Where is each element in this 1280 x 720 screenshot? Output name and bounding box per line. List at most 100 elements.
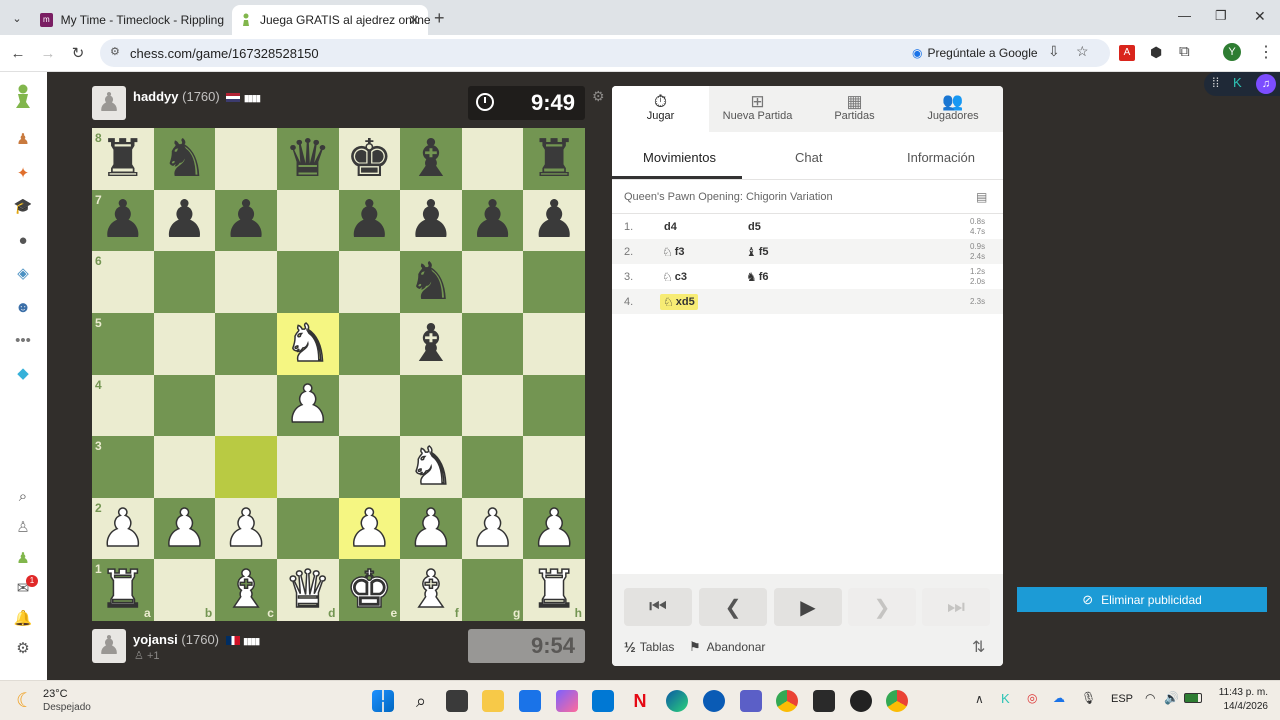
square-e2[interactable]: ♟ <box>338 497 401 560</box>
square-a2[interactable]: 2 ♟ <box>92 497 154 560</box>
square-f2[interactable]: ♟ <box>400 497 462 560</box>
square-h5[interactable] <box>523 312 585 375</box>
square-h8[interactable]: ♜ <box>523 128 585 190</box>
opening-book-icon[interactable]: ▤ <box>976 190 987 204</box>
wifi-icon[interactable]: ◠ <box>1145 691 1155 705</box>
voice-extension-icon[interactable]: ♫ <box>1256 74 1276 94</box>
minimize-icon[interactable]: — <box>1178 8 1191 23</box>
square-e1[interactable]: e ♚ <box>338 559 401 621</box>
black-pawn-icon[interactable]: ♟ <box>469 194 516 246</box>
square-h1[interactable]: h ♜ <box>523 559 585 621</box>
more-icon[interactable]: ••• <box>12 329 34 351</box>
black-bishop-icon[interactable]: ♝ <box>408 133 455 185</box>
square-b3[interactable] <box>153 436 216 498</box>
white-rook-icon[interactable]: ♜ <box>99 563 147 617</box>
white-move[interactable]: ♘ xd5 <box>660 293 698 310</box>
square-b4[interactable] <box>153 374 216 437</box>
white-pawn-icon[interactable]: ♟ <box>284 379 332 433</box>
black-move[interactable]: ♝ f5 <box>746 245 769 259</box>
volume-icon[interactable]: 🔊 <box>1164 691 1179 705</box>
square-g2[interactable]: ♟ <box>461 497 524 560</box>
clock-date-taskbar[interactable]: 14/4/2026 <box>1212 701 1269 712</box>
restore-icon[interactable]: ❐ <box>1215 8 1227 24</box>
square-f1[interactable]: f ♝ <box>400 559 462 621</box>
white-pawn-icon[interactable]: ♟ <box>222 502 270 556</box>
subtab-informacion[interactable]: Información <box>907 150 975 165</box>
square-a7[interactable]: 7 ♟ <box>92 189 154 252</box>
square-h6[interactable] <box>523 251 585 313</box>
flip-board-icon[interactable]: ⇅ <box>972 637 985 657</box>
square-d3[interactable] <box>276 436 339 498</box>
remove-ads-button[interactable]: ⊘ Eliminar publicidad <box>1017 587 1267 612</box>
square-e6[interactable] <box>338 251 401 313</box>
square-e8[interactable]: ♚ <box>338 128 401 190</box>
reload-icon[interactable]: ↻ <box>68 43 88 63</box>
square-f7[interactable]: ♟ <box>400 189 462 252</box>
draw-button[interactable]: ½ Tablas <box>624 639 674 655</box>
black-pawn-icon[interactable]: ♟ <box>161 194 208 246</box>
weather-desc[interactable]: Despejado <box>43 702 91 713</box>
square-h2[interactable]: ♟ <box>523 497 585 560</box>
first-move-button[interactable]: ⏮ <box>624 588 692 626</box>
square-h3[interactable] <box>523 436 585 498</box>
menu-kebab-icon[interactable]: ⋮ <box>1258 42 1274 62</box>
black-move[interactable]: ♞ f6 <box>746 270 769 284</box>
square-e4[interactable] <box>338 374 401 437</box>
board-settings-icon[interactable]: ⚙ <box>592 88 605 105</box>
black-pawn-icon[interactable]: ♟ <box>223 194 270 246</box>
square-c6[interactable] <box>215 251 277 313</box>
square-e3[interactable] <box>338 436 401 498</box>
square-g4[interactable] <box>461 374 524 437</box>
subtab-chat[interactable]: Chat <box>795 150 822 165</box>
white-pawn-icon[interactable]: ♟ <box>530 502 578 556</box>
task-view-icon[interactable] <box>446 690 468 712</box>
tab-search-icon[interactable]: ⌄ <box>8 9 26 27</box>
black-rook-icon[interactable]: ♜ <box>531 133 578 185</box>
square-f3[interactable]: ♞ <box>400 436 462 498</box>
notifications-icon[interactable]: 🔔 <box>12 607 34 629</box>
square-a5[interactable]: 5 <box>92 312 154 375</box>
puzzles-icon[interactable]: ✦ <box>12 162 34 184</box>
white-knight-icon[interactable]: ♞ <box>407 440 455 494</box>
chrome-profile-icon[interactable] <box>886 690 908 712</box>
social-icon[interactable]: ☻ <box>12 296 34 318</box>
square-a8[interactable]: 8 ♜ <box>92 128 154 190</box>
tray-k-icon[interactable]: K <box>1001 691 1010 706</box>
square-c3[interactable] <box>215 436 277 498</box>
square-d8[interactable]: ♛ <box>276 128 339 190</box>
tab-partidas[interactable]: ▦ Partidas <box>806 86 903 132</box>
search-icon[interactable]: ⌕ <box>410 690 432 712</box>
square-d6[interactable] <box>276 251 339 313</box>
bookmark-star-icon[interactable]: ☆ <box>1076 43 1089 60</box>
tray-app-icon[interactable]: ◎ <box>1027 691 1037 705</box>
top-player-name[interactable]: haddyy <box>133 89 179 104</box>
black-knight-icon[interactable]: ♞ <box>161 133 208 185</box>
square-b2[interactable]: ♟ <box>153 497 216 560</box>
settings-icon[interactable]: ⚙ <box>12 637 34 659</box>
prev-move-button[interactable]: ❮ <box>699 588 767 626</box>
battery-icon[interactable] <box>1184 693 1202 703</box>
square-e7[interactable]: ♟ <box>338 189 401 252</box>
tab-jugadores[interactable]: 👥 Jugadores <box>903 86 1003 132</box>
square-b7[interactable]: ♟ <box>153 189 216 252</box>
microphone-icon[interactable]: 🎙 <box>1081 691 1096 705</box>
square-f6[interactable]: ♞ <box>400 251 462 313</box>
square-g6[interactable] <box>461 251 524 313</box>
square-g1[interactable]: g <box>461 559 524 621</box>
chess-board[interactable]: 8 ♜ ♞ ♛ ♚ ♝ ♜ 7 ♟ ♟ ♟ ♟ ♟ ♟ ♟ 6 ♞ 5 ♞ ♝ 4 ♟ 3 ♞ 2 ♟ ♟ ♟ ♟ ♟ ♟ ♟ 1 a ♜ b c ♝ d ♛… <box>92 128 585 621</box>
outlook-icon[interactable] <box>592 690 614 712</box>
white-pawn-icon[interactable]: ♟ <box>469 502 517 556</box>
profile-icon[interactable]: ♙ <box>12 516 34 538</box>
white-pawn-icon[interactable]: ♟ <box>407 502 455 556</box>
white-move[interactable]: ♘ c3 <box>662 270 687 284</box>
black-pawn-icon[interactable]: ♟ <box>531 194 578 246</box>
tab-jugar[interactable]: ⏱ Jugar <box>612 86 709 132</box>
black-rook-icon[interactable]: ♜ <box>100 133 147 185</box>
white-king-icon[interactable]: ♚ <box>345 563 393 617</box>
obs-icon[interactable] <box>850 690 872 712</box>
square-d4[interactable]: ♟ <box>276 374 339 437</box>
onedrive-icon[interactable]: ☁ <box>1053 691 1065 705</box>
black-knight-icon[interactable]: ♞ <box>408 256 455 308</box>
white-rook-icon[interactable]: ♜ <box>530 563 578 617</box>
next-move-button[interactable]: ❯ <box>848 588 916 626</box>
